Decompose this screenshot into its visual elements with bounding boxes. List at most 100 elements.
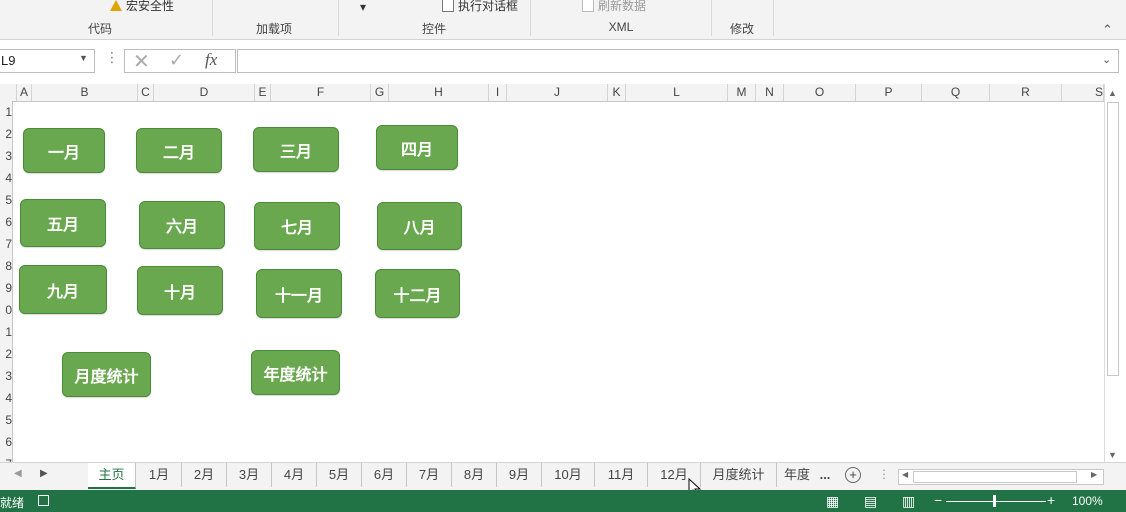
column-header[interactable]: C [138, 84, 154, 101]
april-button[interactable]: 四月 [376, 125, 458, 170]
column-header[interactable]: E [255, 84, 271, 101]
row-header[interactable]: 9 [0, 281, 12, 295]
tab-home[interactable]: 主页 [88, 463, 136, 489]
row-header[interactable]: 6 [0, 435, 12, 449]
zoom-slider-track[interactable] [946, 501, 1046, 502]
cancel-icon[interactable]: ✕ [133, 49, 150, 74]
row-header[interactable]: 3 [0, 369, 12, 383]
column-header[interactable]: M [728, 84, 756, 101]
column-header[interactable]: L [626, 84, 728, 101]
macro-security-button[interactable]: 宏安全性 [110, 0, 174, 14]
column-header[interactable]: S [1062, 84, 1104, 101]
row-header[interactable]: 4 [0, 391, 12, 405]
september-button[interactable]: 九月 [19, 265, 107, 314]
add-sheet-icon[interactable]: + [845, 467, 861, 483]
name-box[interactable]: L9 ▼ [0, 49, 95, 73]
zoom-slider-thumb[interactable] [993, 495, 996, 507]
select-all-corner[interactable] [0, 84, 17, 101]
monthly-stats-button[interactable]: 月度统计 [62, 352, 151, 397]
normal-view-icon[interactable]: ▦ [826, 493, 839, 510]
october-button[interactable]: 十月 [137, 266, 223, 315]
row-header[interactable]: 0 [0, 303, 12, 317]
group-label-controls: 控件 [421, 22, 446, 36]
zoom-out-icon[interactable]: − [934, 492, 942, 508]
run-dialog-button[interactable]: 执行对话框 [442, 0, 518, 14]
row-header[interactable]: 4 [0, 171, 12, 185]
horizontal-scroll-thumb[interactable] [913, 471, 1077, 483]
may-button[interactable]: 五月 [20, 199, 106, 247]
december-button[interactable]: 十二月 [375, 269, 460, 318]
formula-input[interactable]: ⌄ [237, 49, 1119, 73]
row-header[interactable]: 5 [0, 413, 12, 427]
tab-sheet[interactable]: 7月 [407, 463, 452, 487]
scrollbar-thumb[interactable] [1107, 102, 1119, 376]
row-header[interactable]: 5 [0, 193, 12, 207]
july-button[interactable]: 七月 [254, 202, 340, 250]
column-header[interactable]: Q [922, 84, 990, 101]
row-header[interactable]: 2 [0, 347, 12, 361]
chevron-up-icon[interactable]: ⌃ [1102, 22, 1113, 38]
tab-sheet[interactable]: 10月 [542, 463, 595, 487]
scroll-up-icon[interactable]: ▲ [1108, 88, 1117, 98]
column-header[interactable]: G [371, 84, 389, 101]
horizontal-scrollbar[interactable]: ◀ ▶ [898, 469, 1104, 485]
column-header[interactable]: N [756, 84, 784, 101]
february-button[interactable]: 二月 [136, 128, 222, 173]
tab-sheet[interactable]: 6月 [362, 463, 407, 487]
column-header[interactable]: K [608, 84, 626, 101]
tab-sheet[interactable]: 11月 [595, 463, 648, 487]
row-header[interactable]: 8 [0, 259, 12, 273]
tab-sheet[interactable]: 9月 [497, 463, 542, 487]
tab-sheet[interactable]: 3月 [227, 463, 272, 487]
scroll-left-icon[interactable]: ◀ [902, 470, 908, 479]
zoom-in-icon[interactable]: + [1047, 492, 1055, 508]
tab-scroll-right-icon[interactable]: ▶ [40, 468, 48, 479]
column-header[interactable]: F [271, 84, 371, 101]
scroll-down-icon[interactable]: ▼ [1108, 450, 1117, 460]
row-header[interactable]: 1 [0, 105, 12, 119]
column-header[interactable]: P [856, 84, 922, 101]
column-header[interactable]: I [489, 84, 507, 101]
column-header[interactable]: B [32, 84, 138, 101]
chevron-down-icon[interactable]: ▼ [79, 53, 88, 63]
august-button[interactable]: 八月 [377, 202, 462, 250]
chevron-down-icon[interactable]: ⌄ [1102, 53, 1111, 66]
tab-sheet[interactable]: 8月 [452, 463, 497, 487]
dropdown-arrow-icon[interactable]: ▾ [360, 0, 366, 14]
column-header[interactable]: J [507, 84, 608, 101]
refresh-data-button[interactable]: 刷新数据 [582, 0, 646, 14]
march-button[interactable]: 三月 [253, 127, 339, 172]
tab-sheet[interactable]: 4月 [272, 463, 317, 487]
row-header[interactable]: 7 [0, 237, 12, 251]
row-header[interactable]: 2 [0, 127, 12, 141]
tab-sheet[interactable]: 5月 [317, 463, 362, 487]
check-icon[interactable]: ✓ [169, 50, 184, 71]
november-button[interactable]: 十一月 [256, 269, 342, 318]
page-break-view-icon[interactable]: ▥ [902, 493, 915, 510]
row-header[interactable]: 3 [0, 149, 12, 163]
tab-yearly-stats[interactable]: 年度 [777, 463, 817, 487]
dialog-icon [442, 0, 454, 12]
column-header[interactable]: R [990, 84, 1062, 101]
row-header[interactable]: 6 [0, 215, 12, 229]
fx-button[interactable]: fx [205, 50, 217, 70]
tab-scroll-left-icon[interactable]: ◀ [14, 468, 22, 479]
scroll-right-icon[interactable]: ▶ [1091, 470, 1097, 479]
june-button[interactable]: 六月 [139, 201, 225, 249]
yearly-stats-button[interactable]: 年度统计 [251, 350, 340, 395]
status-bar: 就绪 ▦ ▤ ▥ − + 100% [0, 490, 1126, 512]
january-button[interactable]: 一月 [23, 128, 105, 173]
tab-sheet[interactable]: 2月 [182, 463, 227, 487]
zoom-level[interactable]: 100% [1072, 494, 1103, 508]
tab-monthly-stats[interactable]: 月度统计 [701, 463, 777, 487]
page-layout-view-icon[interactable]: ▤ [864, 493, 877, 510]
row-header[interactable]: 1 [0, 325, 12, 339]
vertical-scrollbar[interactable]: ▲ ▼ [1104, 84, 1121, 462]
macro-record-icon[interactable] [38, 495, 49, 506]
column-header[interactable]: A [17, 84, 32, 101]
tab-sheet[interactable]: 1月 [137, 463, 182, 487]
column-header[interactable]: D [154, 84, 255, 101]
more-tabs-button[interactable]: ... [815, 463, 835, 487]
column-header[interactable]: H [389, 84, 489, 101]
column-header[interactable]: O [784, 84, 856, 101]
